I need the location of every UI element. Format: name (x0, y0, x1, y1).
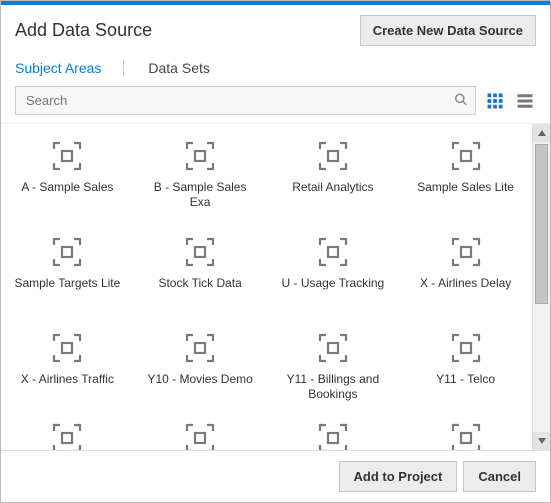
data-source-label: Retail Analytics (292, 180, 373, 195)
add-to-project-button[interactable]: Add to Project (339, 461, 458, 492)
search-row (1, 86, 550, 123)
data-source-item[interactable]: Retail Analytics (269, 130, 398, 222)
subject-area-icon (450, 140, 482, 172)
subject-area-icon (184, 236, 216, 268)
search-icon[interactable] (454, 92, 468, 109)
subject-area-icon (51, 332, 83, 364)
scroll-up-button[interactable] (533, 124, 550, 142)
subject-area-icon (450, 332, 482, 364)
data-source-item[interactable]: X - Airlines Delay (401, 226, 530, 318)
data-source-label: Y10 - Movies Demo (147, 372, 252, 387)
data-source-label: Y11 - Billings and Bookings (278, 372, 388, 402)
grid-area: A - Sample Sales B - Sample Sales Exa Reta… (1, 124, 532, 450)
subject-area-icon (51, 236, 83, 268)
dialog-add-data-source: Add Data Source Create New Data Source S… (0, 0, 551, 503)
list-view-button[interactable] (514, 90, 536, 112)
footer: Add to Project Cancel (1, 450, 550, 502)
data-source-item[interactable]: Sample Targets Lite (3, 226, 132, 318)
data-source-item[interactable]: Sample Sales Lite (401, 130, 530, 222)
dialog-title: Add Data Source (15, 20, 152, 41)
scrollbar[interactable] (532, 124, 550, 450)
subject-area-icon (450, 422, 482, 450)
subject-area-icon (51, 422, 83, 450)
subject-area-icon (317, 422, 349, 450)
data-source-label: Sample Targets Lite (14, 276, 120, 291)
header: Add Data Source Create New Data Source (1, 5, 550, 52)
grid-view-button[interactable] (484, 90, 506, 112)
subject-area-icon (51, 140, 83, 172)
data-source-label: Stock Tick Data (158, 276, 241, 291)
data-source-grid: A - Sample Sales B - Sample Sales Exa Reta… (3, 130, 530, 450)
data-source-item[interactable]: B - Sample Sales Exa (136, 130, 265, 222)
data-source-item[interactable]: Y11 - Billings and Bookings (269, 322, 398, 414)
data-source-label: X - Airlines Delay (420, 276, 511, 291)
data-source-item[interactable]: Stock Tick Data (136, 226, 265, 318)
create-new-data-source-button[interactable]: Create New Data Source (360, 15, 536, 46)
subject-area-icon (317, 236, 349, 268)
data-source-item[interactable]: U - Usage Tracking (269, 226, 398, 318)
cancel-button[interactable]: Cancel (463, 461, 536, 492)
subject-area-icon (184, 140, 216, 172)
subject-area-icon (184, 422, 216, 450)
subject-area-icon (450, 236, 482, 268)
data-source-label: X - Airlines Traffic (21, 372, 114, 387)
tab-subject-areas[interactable]: Subject Areas (15, 60, 124, 76)
content: A - Sample Sales B - Sample Sales Exa Reta… (1, 123, 550, 450)
data-source-label: Sample Sales Lite (417, 180, 514, 195)
data-source-item[interactable]: Y10 - Movies Demo (136, 322, 265, 414)
data-source-item[interactable]: Z03 - CRM (401, 418, 530, 450)
subject-area-icon (317, 332, 349, 364)
data-source-item[interactable]: Z01 - Bug Database (136, 418, 265, 450)
data-source-label: Y11 - Telco (436, 372, 495, 387)
data-source-item[interactable]: X - Airlines Traffic (3, 322, 132, 414)
tab-data-sets[interactable]: Data Sets (148, 60, 231, 76)
subject-area-icon (184, 332, 216, 364)
data-source-item[interactable]: Z02 - Sales (269, 418, 398, 450)
tabs: Subject Areas Data Sets (1, 52, 550, 86)
data-source-item[interactable]: Y11 - Weather (3, 418, 132, 450)
data-source-label: U - Usage Tracking (282, 276, 385, 291)
search-input[interactable] (15, 86, 476, 115)
data-source-label: A - Sample Sales (21, 180, 113, 195)
subject-area-icon (317, 140, 349, 172)
data-source-item[interactable]: A - Sample Sales (3, 130, 132, 222)
data-source-label: B - Sample Sales Exa (145, 180, 255, 210)
scroll-down-button[interactable] (533, 432, 550, 450)
data-source-item[interactable]: Y11 - Telco (401, 322, 530, 414)
search-wrap (15, 86, 476, 115)
scroll-thumb[interactable] (535, 144, 548, 304)
